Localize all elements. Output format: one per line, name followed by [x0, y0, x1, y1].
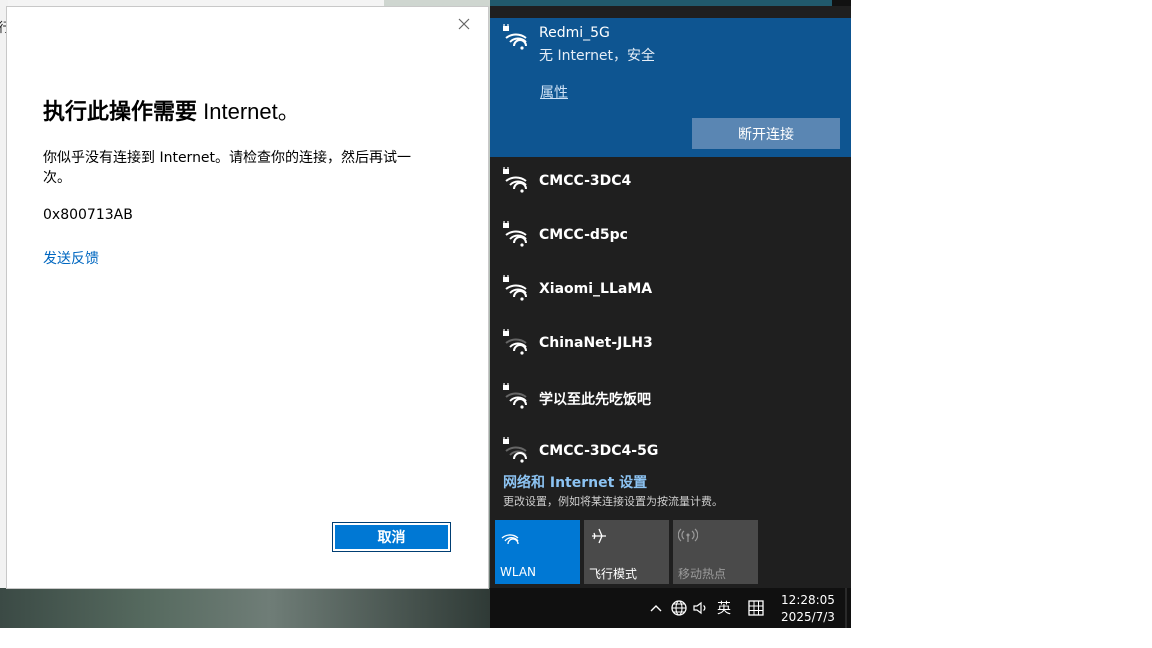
wifi-secured-icon [503, 383, 527, 409]
network-name: 学以至此先吃饭吧 [539, 392, 651, 408]
wifi-secured-icon [503, 221, 527, 247]
disconnect-button[interactable]: 断开连接 [692, 118, 840, 149]
taskbar: 英 12:28:05 2025/7/3 [490, 588, 851, 628]
dialog-title-en: Internet。 [203, 99, 300, 124]
wifi-secured-icon [503, 24, 527, 50]
connected-network[interactable]: Redmi_5G 无 Internet，安全 属性 断开连接 [490, 18, 851, 157]
network-item[interactable]: CMCC-d5pc [490, 215, 851, 269]
cancel-button[interactable]: 取消 [332, 522, 451, 552]
hotspot-icon [678, 528, 698, 542]
dialog-title-cn: 执行此操作需要 [43, 99, 204, 124]
network-item[interactable]: Xiaomi_LLaMA [490, 269, 851, 323]
network-item[interactable]: ChinaNet-JLH3 [490, 323, 851, 377]
flyout-top-edge [490, 0, 851, 6]
input-method-indicator[interactable]: 英 [717, 598, 731, 618]
volume-icon[interactable] [691, 598, 711, 618]
clock[interactable]: 12:28:05 2025/7/3 [776, 592, 840, 626]
airplane-icon [592, 528, 606, 544]
network-name: CMCC-d5pc [539, 227, 628, 243]
airplane-mode-toggle[interactable]: 飞行模式 [584, 520, 669, 584]
connection-status: 无 Internet，安全 [539, 48, 656, 64]
network-name: CMCC-3DC4 [539, 173, 632, 189]
mobile-hotspot-label: 移动热点 [678, 567, 727, 581]
desktop-wallpaper [0, 588, 490, 628]
wifi-secured-icon [503, 329, 527, 355]
globe-network-icon[interactable] [669, 598, 689, 618]
properties-link[interactable]: 属性 [540, 82, 568, 102]
dialog-title: 执行此操作需要 Internet。 [43, 94, 300, 126]
flyout-top-edge-dark [832, 0, 851, 6]
show-desktop-button[interactable] [845, 588, 847, 628]
ime-mode-icon[interactable] [746, 598, 766, 618]
network-name: CMCC-3DC4-5G [539, 443, 659, 459]
mobile-hotspot-toggle[interactable]: 移动热点 [673, 520, 758, 584]
network-item[interactable]: 学以至此先吃饭吧 [490, 377, 851, 431]
wlan-label: WLAN [500, 565, 537, 579]
error-code: 0x800713AB [43, 207, 133, 223]
wlan-toggle[interactable]: WLAN [495, 520, 580, 584]
network-name: ChinaNet-JLH3 [539, 335, 653, 351]
network-settings-link[interactable]: 网络和 Internet 设置 [503, 472, 647, 492]
wifi-secured-icon [503, 275, 527, 301]
network-name: Xiaomi_LLaMA [539, 281, 653, 297]
wifi-icon [501, 534, 519, 545]
close-icon[interactable] [455, 15, 473, 33]
wifi-secured-icon [503, 167, 527, 193]
wifi-secured-icon [503, 437, 527, 463]
network-item[interactable]: CMCC-3DC4 [490, 161, 851, 215]
network-settings-description: 更改设置，例如将某连接设置为按流量计费。 [503, 495, 723, 508]
send-feedback-link[interactable]: 发送反馈 [43, 248, 99, 268]
clock-date: 2025/7/3 [781, 610, 835, 624]
connected-ssid: Redmi_5G [539, 25, 610, 41]
network-flyout: Redmi_5G 无 Internet，安全 属性 断开连接 CMCC-3DC4… [490, 0, 851, 588]
chevron-up-icon[interactable] [646, 598, 666, 618]
clock-time: 12:28:05 [781, 593, 835, 607]
error-dialog: 执行此操作需要 Internet。 你似乎没有连接到 Internet。请检查你… [7, 7, 488, 588]
dialog-message: 你似乎没有连接到 Internet。请检查你的连接，然后再试一次。 [43, 150, 412, 186]
airplane-mode-label: 飞行模式 [589, 567, 638, 581]
